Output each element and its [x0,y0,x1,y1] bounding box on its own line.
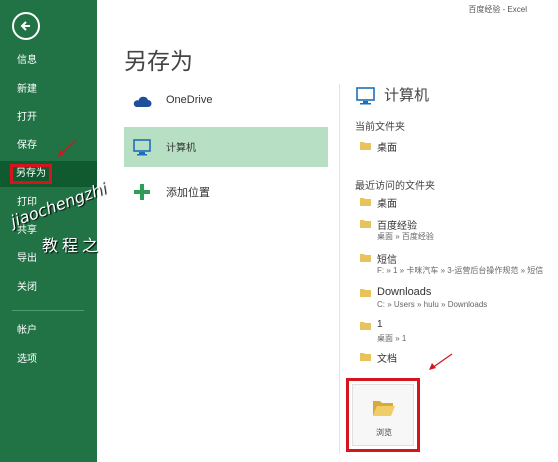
nav-item-open[interactable]: 打开 [0,105,97,131]
browse-tile: 浏览 [352,384,414,446]
folder-icon [360,142,371,150]
nav-item-new[interactable]: 新建 [0,77,97,103]
nav-item-save-as[interactable]: 另存为 [0,161,97,187]
folder-name: 百度经验 [377,221,417,232]
nav-item-label: 打开 [17,112,37,123]
page-title: 另存为 [124,48,193,74]
nav-item-label: 新建 [17,84,37,95]
folder-name: 桌面 [377,199,397,210]
nav-item-label: 帐户 [17,325,37,336]
browse-button[interactable]: 浏览 [346,378,420,452]
cloud-icon [133,96,152,107]
plus-icon [134,184,150,200]
nav-item-save[interactable]: 保存 [0,133,97,159]
recent-folder-item[interactable]: 文档 [360,350,480,365]
folder-icon [360,289,371,297]
folder-icon [360,254,371,262]
computer-icon [356,87,375,105]
current-folder-label: 当前文件夹 [355,122,405,133]
nav-item-label: 选项 [17,354,37,365]
open-folder-icon [373,401,395,416]
recent-folder-item[interactable]: 百度经验 桌面 » 百度经验 [360,217,540,243]
nav-item-label: 信息 [17,55,37,66]
folder-name: 文档 [377,354,397,365]
location-label: OneDrive [166,94,213,106]
folder-name: 短信 [377,255,397,266]
folder-path: F: » 1 » 卡咪汽车 » 3-运营后台操作规范 » 短信 [377,266,544,275]
nav-item-close[interactable]: 关闭 [0,275,97,301]
folder-name: Downloads [377,286,432,298]
location-label: 添加位置 [166,187,210,199]
folder-icon [360,220,371,228]
recent-folders-label: 最近访问的文件夹 [355,181,435,192]
nav-item-label: 另存为 [10,164,52,184]
browse-label: 浏览 [376,428,392,437]
folder-icon [360,322,371,330]
current-folder-item[interactable]: 桌面 [360,139,480,154]
folder-name: 1 [377,319,383,330]
nav-item-label: 关闭 [17,282,37,293]
recent-folder-item[interactable]: 桌面 [360,195,480,210]
nav-separator [12,310,84,311]
save-as-backstage: 信息 新建 打开 保存 另存为 打印 共享 导出 关闭 帐户 选项 jiaoch… [0,0,558,462]
nav-item-options[interactable]: 选项 [0,347,97,373]
folder-name: 桌面 [377,143,397,154]
back-arrow-icon [20,21,30,31]
computer-icon [133,139,151,156]
folder-path: C: » Users » hulu » Downloads [377,300,488,309]
nav-item-label: 导出 [17,253,37,264]
watermark-text-cn: 教程之 [42,236,103,255]
column-divider [339,84,340,454]
folder-icon [360,353,371,361]
nav-item-info[interactable]: 信息 [0,48,97,74]
location-add-place[interactable]: 添加位置 [124,172,328,212]
folder-icon [360,198,371,206]
nav-item-label: 保存 [17,140,37,151]
folder-path: 桌面 » 百度经验 [377,232,434,241]
backstage-nav: 信息 新建 打开 保存 另存为 打印 共享 导出 关闭 帐户 选项 [0,0,97,462]
nav-item-account[interactable]: 帐户 [0,318,97,344]
recent-folder-item[interactable]: 1 桌面 » 1 [360,319,480,345]
recent-folder-item[interactable]: Downloads C: » Users » hulu » Downloads [360,286,550,312]
folder-path: 桌面 » 1 [377,334,407,343]
window-title: 百度经验 - Excel [468,5,527,14]
location-computer[interactable]: 计算机 [124,127,328,167]
location-label: 计算机 [166,143,196,154]
recent-folder-item[interactable]: 短信 F: » 1 » 卡咪汽车 » 3-运营后台操作规范 » 短信 [360,251,550,277]
location-onedrive[interactable]: OneDrive [124,82,328,122]
section-title: 计算机 [384,87,430,104]
back-button[interactable] [12,12,40,40]
